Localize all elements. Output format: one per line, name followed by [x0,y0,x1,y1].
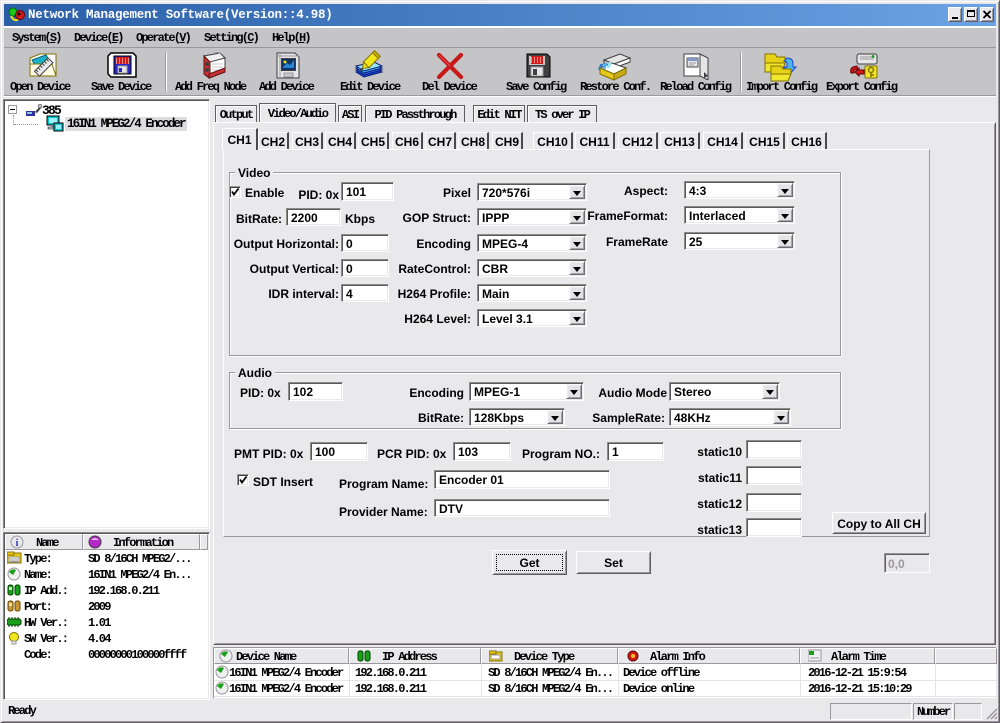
svg-text:i: i [16,538,19,549]
